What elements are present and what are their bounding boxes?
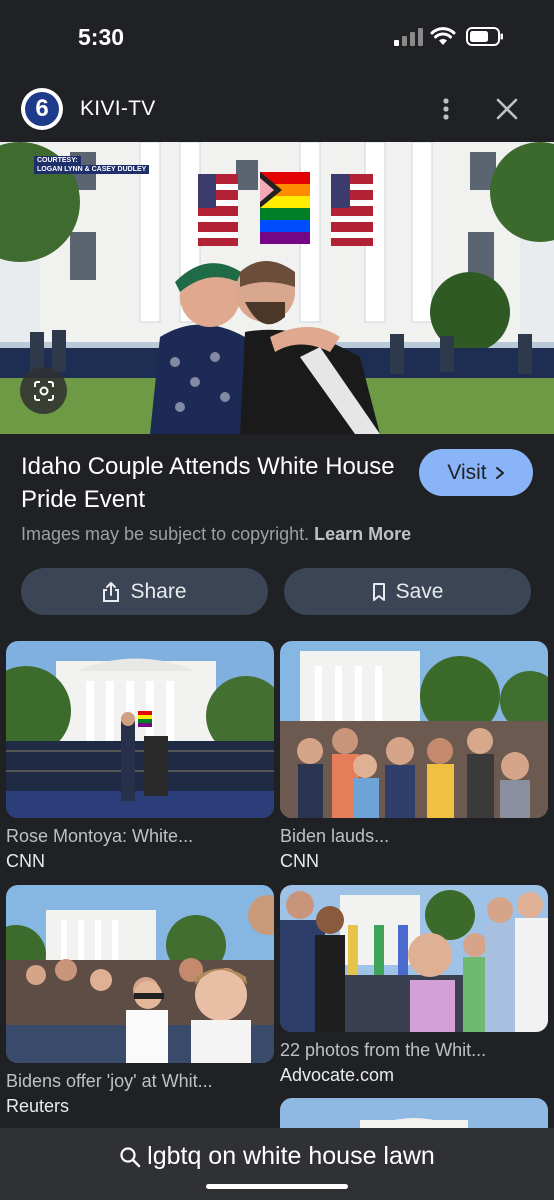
related-result-card[interactable]: Bidens offer 'joy' at Whit... Reuters <box>6 885 274 1117</box>
share-button[interactable]: Share <box>21 568 268 615</box>
related-thumbnail <box>280 641 548 818</box>
home-indicator <box>206 1184 348 1189</box>
learn-more-link[interactable]: Learn More <box>314 524 411 544</box>
more-vert-icon[interactable] <box>436 94 456 124</box>
related-thumbnail <box>280 885 548 1032</box>
related-source: Reuters <box>6 1096 70 1116</box>
visit-button[interactable]: Visit <box>419 449 533 496</box>
related-title: 22 photos from the Whit... <box>280 1040 487 1060</box>
image-viewer-header: 6 KIVI-TV <box>0 78 554 140</box>
result-title: Idaho Couple Attends White House Pride E… <box>21 453 395 513</box>
save-label: Save <box>395 579 444 603</box>
source-name[interactable]: KIVI-TV <box>80 97 156 121</box>
related-thumbnail <box>6 641 274 818</box>
save-button[interactable]: Save <box>284 568 531 615</box>
related-title: Biden lauds... <box>280 826 390 846</box>
copyright-text: Images may be subject to copyright. <box>21 524 310 544</box>
photo-credit: COURTESY: LOGAN LYNN & CASEY DUDLEY <box>34 156 150 174</box>
share-label: Share <box>130 579 187 603</box>
related-thumbnail <box>6 885 274 1063</box>
visit-label: Visit <box>447 460 487 484</box>
hero-image[interactable]: COURTESY: LOGAN LYNN & CASEY DUDLEY <box>0 142 554 434</box>
related-title: Bidens offer 'joy' at Whit... <box>6 1071 213 1091</box>
battery-icon <box>466 27 503 46</box>
copyright-notice: Images may be subject to copyright. Lear… <box>21 524 411 545</box>
hero-photo <box>0 142 554 434</box>
related-result-card[interactable]: Biden lauds... CNN <box>280 641 548 872</box>
wifi-icon <box>430 27 456 45</box>
status-time: 5:30 <box>78 24 125 50</box>
related-source: CNN <box>6 851 45 871</box>
search-icon <box>120 1146 141 1167</box>
related-result-card[interactable]: Rose Montoya: White... CNN <box>6 641 274 872</box>
search-query-row[interactable]: lgbtq on white house lawn <box>0 1142 554 1171</box>
bookmark-icon <box>372 582 385 601</box>
related-title: Rose Montoya: White... <box>6 826 194 846</box>
status-bar: 5:30 <box>0 0 554 78</box>
signal-icon <box>394 28 424 46</box>
bottom-search-bar[interactable]: lgbtq on white house lawn <box>0 1128 554 1200</box>
related-source: Advocate.com <box>280 1065 395 1085</box>
close-icon[interactable] <box>494 96 520 122</box>
search-query-text: lgbtq on white house lawn <box>147 1142 435 1170</box>
share-icon <box>103 581 120 602</box>
related-result-card[interactable]: 22 photos from the Whit... Advocate.com <box>280 885 548 1086</box>
source-logo[interactable]: 6 <box>21 88 63 130</box>
chevron-right-icon <box>495 466 504 479</box>
related-source: CNN <box>280 851 319 871</box>
lens-icon <box>33 380 54 401</box>
source-logo-text: 6 <box>25 92 59 126</box>
lens-button[interactable] <box>20 367 67 414</box>
